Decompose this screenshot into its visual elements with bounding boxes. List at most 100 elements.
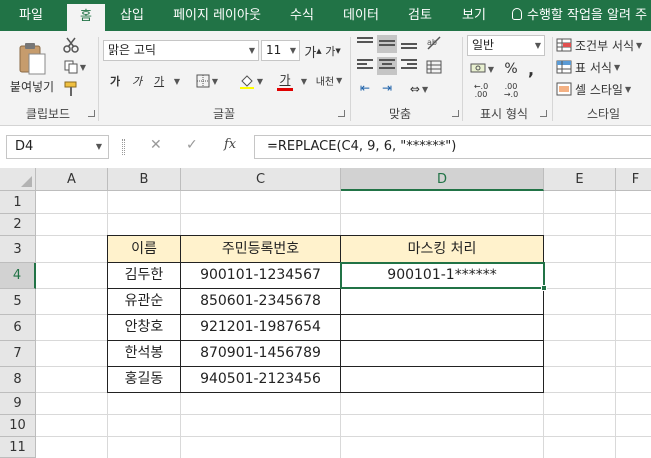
clipboard-launcher-icon[interactable] xyxy=(88,110,95,117)
align-left-icon xyxy=(357,59,373,73)
tab-review[interactable]: 검토 xyxy=(398,0,442,31)
column-header-d[interactable]: D xyxy=(341,168,544,191)
header-cell-masking[interactable]: 마스킹 처리 xyxy=(341,236,543,262)
table-cell-resident-number[interactable]: 940501-2123456 xyxy=(181,367,340,392)
row-header-1[interactable]: 1 xyxy=(0,191,36,214)
align-middle-button[interactable] xyxy=(377,35,397,53)
tab-formulas[interactable]: 수식 xyxy=(282,0,322,31)
row-header-4[interactable]: 4 xyxy=(0,263,36,289)
column-header-c[interactable]: C xyxy=(181,168,341,191)
row-header-10[interactable]: 10 xyxy=(0,415,36,437)
tab-insert[interactable]: 삽입 xyxy=(112,0,152,31)
gridline xyxy=(36,436,651,437)
active-cell-selection[interactable] xyxy=(340,262,545,289)
row-header-11[interactable]: 11 xyxy=(0,437,36,458)
column-header-a[interactable]: A xyxy=(36,168,108,191)
percent-button[interactable]: % xyxy=(502,59,520,79)
italic-button[interactable]: 가 xyxy=(128,71,146,91)
table-cell-resident-number[interactable]: 900101-1234567 xyxy=(181,263,340,288)
insert-function-icon[interactable]: fx xyxy=(224,137,236,152)
worksheet-grid[interactable]: A B C D E F 1 2 3 4 5 6 7 8 9 10 11 이름 주… xyxy=(0,168,651,458)
table-cell-masked[interactable] xyxy=(341,315,543,340)
decrease-font-button[interactable]: 가 ▼ xyxy=(324,41,342,61)
table-cell-masked[interactable] xyxy=(341,341,543,366)
align-left-button[interactable] xyxy=(355,57,375,75)
tell-me-search[interactable]: 수행할 작업을 알려 주 xyxy=(512,0,647,31)
number-launcher-icon[interactable] xyxy=(540,110,547,117)
align-right-button[interactable] xyxy=(399,57,419,75)
alignment-launcher-icon[interactable] xyxy=(452,110,459,117)
underline-button[interactable]: 가 xyxy=(150,71,168,91)
lightbulb-icon xyxy=(512,8,522,20)
font-color-dropdown[interactable]: ▼ xyxy=(298,71,308,91)
cell-styles-button[interactable]: 셀 스타일 ▼ xyxy=(556,79,651,99)
decrease-decimal-button[interactable]: .00 →.0 xyxy=(498,81,524,101)
phonetic-button[interactable]: 내천 ▼ xyxy=(312,69,346,91)
bold-button[interactable]: 가 xyxy=(106,71,124,91)
increase-decimal-button[interactable]: ←.0.00 xyxy=(468,81,494,101)
borders-button[interactable]: ▼ xyxy=(192,71,222,91)
row-header-3[interactable]: 3 xyxy=(0,236,36,263)
enter-icon[interactable]: ✓ xyxy=(186,137,198,153)
decrease-decimal-icon-line: →.0 xyxy=(503,90,519,99)
formula-buttons: ✕ ✓ fx xyxy=(138,135,251,159)
font-size-select[interactable]: 11 ▼ xyxy=(261,40,300,61)
cut-button[interactable] xyxy=(60,35,82,55)
row-header-8[interactable]: 8 xyxy=(0,367,36,393)
align-bottom-button[interactable] xyxy=(399,35,419,53)
formula-input[interactable]: =REPLACE(C4, 9, 6, "******") xyxy=(254,135,651,159)
column-header-b[interactable]: B xyxy=(108,168,181,191)
table-cell-resident-number[interactable]: 921201-1987654 xyxy=(181,315,340,340)
accounting-format-button[interactable]: ▼ xyxy=(467,59,497,79)
font-launcher-icon[interactable] xyxy=(338,110,345,117)
decrease-indent-button[interactable]: ⇤ xyxy=(355,79,375,97)
align-center-button[interactable] xyxy=(377,57,397,75)
comma-button[interactable]: , xyxy=(522,59,540,79)
tab-view[interactable]: 보기 xyxy=(454,0,494,31)
row-header-7[interactable]: 7 xyxy=(0,341,36,367)
select-all-button[interactable] xyxy=(0,168,36,191)
increase-font-button[interactable]: 가 ▲ xyxy=(304,41,322,61)
cancel-icon[interactable]: ✕ xyxy=(150,137,162,153)
table-cell-masked[interactable] xyxy=(341,367,543,392)
tab-file[interactable]: 파일 xyxy=(8,0,54,31)
font-color-button[interactable]: 가 xyxy=(270,71,300,91)
table-cell-name[interactable]: 안창호 xyxy=(108,315,180,340)
column-header-f[interactable]: F xyxy=(616,168,651,191)
table-cell-name[interactable]: 한석봉 xyxy=(108,341,180,366)
row-header-5[interactable]: 5 xyxy=(0,289,36,315)
header-cell-name[interactable]: 이름 xyxy=(108,236,180,262)
name-box[interactable]: D4 ▼ xyxy=(6,135,109,159)
tab-page-layout[interactable]: 페이지 레이아웃 xyxy=(165,0,269,31)
table-cell-name[interactable]: 김두한 xyxy=(108,263,180,288)
table-cell-resident-number[interactable]: 870901-1456789 xyxy=(181,341,340,366)
number-format-select[interactable]: 일반 ▼ xyxy=(467,35,545,56)
merge-center-button[interactable]: ⇔ ▼ xyxy=(401,79,437,99)
tab-home[interactable]: 홈 xyxy=(67,4,105,31)
name-box-dropdown[interactable]: ▼ xyxy=(96,136,102,158)
tab-data[interactable]: 데이터 xyxy=(336,0,386,31)
format-painter-button[interactable] xyxy=(60,79,82,99)
row-header-2[interactable]: 2 xyxy=(0,214,36,236)
table-cell-masked[interactable] xyxy=(341,289,543,314)
increase-indent-button[interactable]: ⇥ xyxy=(377,79,397,97)
conditional-formatting-button[interactable]: 조건부 서식 ▼ xyxy=(556,35,651,55)
wrap-text-button[interactable] xyxy=(423,57,445,77)
fill-handle[interactable] xyxy=(541,285,547,291)
header-cell-resident-number[interactable]: 주민등록번호 xyxy=(181,236,340,262)
format-as-table-button[interactable]: 표 서식 ▼ xyxy=(556,57,651,77)
row-header-9[interactable]: 9 xyxy=(0,393,36,415)
font-name-select[interactable]: 맑은 고딕 ▼ xyxy=(103,40,259,61)
table-cell-name[interactable]: 유관순 xyxy=(108,289,180,314)
table-cell-name[interactable]: 홍길동 xyxy=(108,367,180,392)
copy-button[interactable]: ▼ xyxy=(60,57,90,77)
column-header-e[interactable]: E xyxy=(544,168,616,191)
formula-bar-grip[interactable] xyxy=(122,139,125,155)
table-cell-resident-number[interactable]: 850601-2345678 xyxy=(181,289,340,314)
row-header-6[interactable]: 6 xyxy=(0,315,36,341)
fill-color-button[interactable]: ▼ xyxy=(236,71,266,91)
underline-dropdown[interactable]: ▼ xyxy=(170,71,182,91)
orientation-button[interactable]: ab xyxy=(423,33,445,53)
paste-button[interactable]: 붙여넣기 xyxy=(6,35,58,101)
align-top-button[interactable] xyxy=(355,35,375,53)
